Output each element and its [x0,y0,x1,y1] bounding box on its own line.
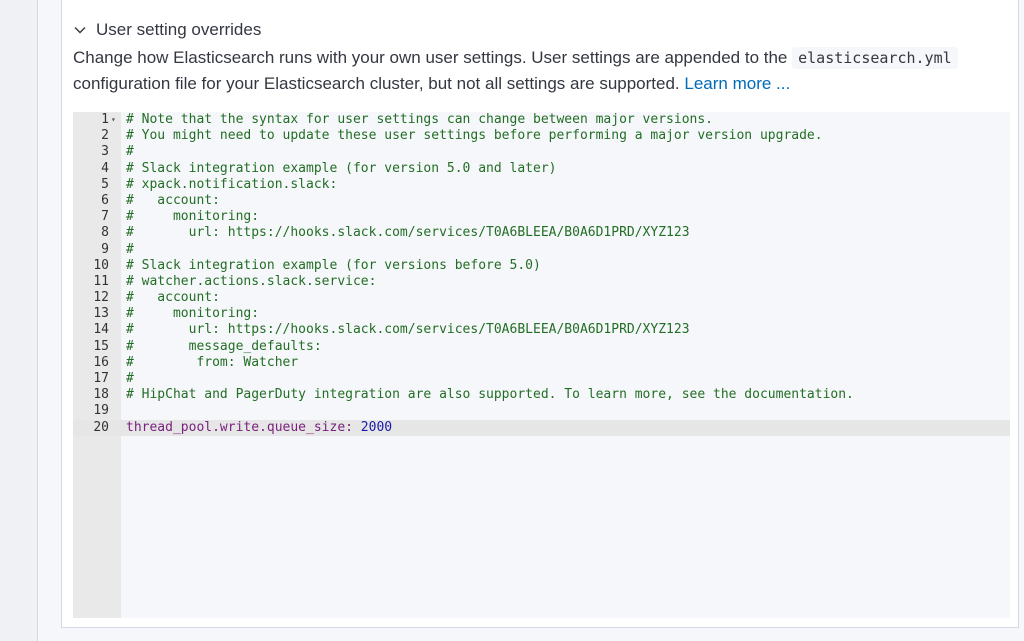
line-number: 15 [93,338,109,354]
editor-lines[interactable]: 1 ▾ # Note that the syntax for user settin… [73,112,1010,436]
setting-line: thread_pool.write.queue_size: 2000 [126,420,392,436]
learn-more-link[interactable]: Learn more ... [684,74,790,93]
comment-text: # HipChat and PagerDuty integration are … [126,387,854,403]
line-number: 17 [93,371,109,386]
section-toggle[interactable]: User setting overrides [74,18,261,42]
line-number: 7 [101,209,109,225]
editor-line[interactable]: 6 # account: [73,193,1010,209]
editor-line[interactable]: 10 # Slack integration example (for versi… [73,258,1010,274]
line-number: 5 [101,176,109,192]
line-number: 19 [93,403,109,419]
left-sidebar [0,0,38,641]
description-text-2: configuration file for your Elasticsearc… [73,74,685,93]
config-filename: elasticsearch.yml [792,47,958,69]
section-title: User setting overrides [96,20,262,39]
line-number: 2 [101,128,109,144]
editor-line[interactable]: 8 # url: https://hooks.slack.com/services… [73,225,1010,241]
line-number: 16 [93,354,109,370]
comment-text: # watcher.actions.slack.service: [126,273,377,289]
fold-arrow-icon[interactable]: ▾ [111,112,116,128]
comment-text: # from: Watcher [126,354,299,370]
line-number: 9 [101,241,109,257]
editor-line[interactable]: 1 ▾ # Note that the syntax for user settin… [73,112,1010,128]
description: Change how Elasticsearch runs with your … [73,45,973,96]
comment-text: # [126,371,134,386]
settings-panel: User setting overrides Change how Elasti… [61,0,1019,628]
comment-text: # message_defaults: [126,338,322,354]
editor-line[interactable]: 12 # account: [73,290,1010,306]
line-number: 20 [93,419,109,435]
chevron-down-icon [74,27,86,34]
line-number: 14 [93,322,109,338]
comment-text: # Note that the syntax for user settings… [126,112,713,127]
code-editor[interactable]: 1 ▾ # Note that the syntax for user settin… [73,112,1010,618]
comment-text: # monitoring: [126,209,260,225]
comment-text: # [126,241,134,257]
line-number: 1 [101,112,109,127]
editor-line[interactable]: 15 # message_defaults: [73,339,1010,355]
comment-text: # Slack integration example (for version… [126,160,557,176]
editor-line[interactable]: 11 # watcher.actions.slack.service: [73,274,1010,290]
line-number: 3 [101,144,109,160]
comment-text: # monitoring: [126,306,260,322]
editor-line[interactable]: 5 # xpack.notification.slack: [73,177,1010,193]
comment-text: # You might need to update these user se… [126,128,823,144]
editor-line[interactable]: 2 # You might need to update these user s… [73,128,1010,144]
comment-text: # xpack.notification.slack: [126,176,338,192]
editor-line[interactable]: 20 thread_pool.write.queue_size: 2000 [73,419,1010,436]
editor-line[interactable]: 19 [73,403,1010,419]
comment-text: # [126,144,134,160]
setting-value: 2000 [352,419,393,435]
comment-text: # Slack integration example (for version… [126,257,541,273]
line-number: 6 [101,192,109,208]
line-number: 10 [93,257,109,273]
line-number: 12 [93,290,109,306]
line-number: 18 [93,387,109,403]
editor-line[interactable]: 9 # [73,242,1010,258]
description-text: Change how Elasticsearch runs with your … [73,48,793,67]
line-number: 13 [93,306,109,322]
comment-text: # url: https://hooks.slack.com/services/… [126,225,690,241]
line-number: 11 [93,273,109,289]
editor-line[interactable]: 4 # Slack integration example (for versio… [73,161,1010,177]
editor-line[interactable]: 14 # url: https://hooks.slack.com/service… [73,322,1010,338]
editor-line[interactable]: 3 # [73,144,1010,160]
editor-line[interactable]: 7 # monitoring: [73,209,1010,225]
setting-key: thread_pool.write.queue_size: [126,419,353,435]
comment-text: # account: [126,192,220,208]
comment-text: # account: [126,290,220,306]
editor-line[interactable]: 18 # HipChat and PagerDuty integration ar… [73,387,1010,403]
line-number: 8 [101,225,109,241]
editor-line[interactable]: 17 # [73,371,1010,387]
editor-line[interactable]: 16 # from: Watcher [73,355,1010,371]
comment-text: # url: https://hooks.slack.com/services/… [126,322,690,338]
editor-line[interactable]: 13 # monitoring: [73,306,1010,322]
line-number: 4 [101,160,109,176]
